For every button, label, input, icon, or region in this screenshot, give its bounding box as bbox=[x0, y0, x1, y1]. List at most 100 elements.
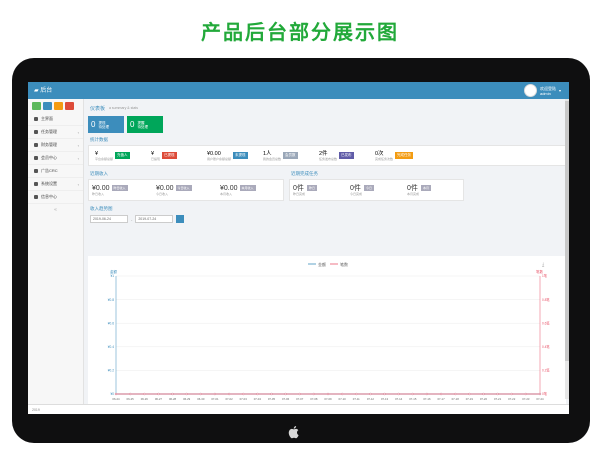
box-tag[interactable]: 本月收入 bbox=[239, 184, 256, 191]
home-shortcut-button[interactable] bbox=[32, 102, 41, 110]
stat-text: ¥ 已提现 bbox=[151, 151, 160, 161]
stat-tag[interactable]: 已发布 bbox=[339, 152, 354, 159]
income-trend-chart: 金额 笔数金额 笔数⤓¥1 1笔¥0.8 0.8笔¥0.6 0.6笔¥0.4 0.4笔¥0.… bbox=[88, 256, 566, 406]
scrollbar-thumb[interactable] bbox=[565, 101, 569, 361]
data-point bbox=[397, 392, 400, 396]
card-number: 0 bbox=[130, 120, 135, 129]
data-point bbox=[298, 392, 301, 396]
sidebar-item[interactable]: 广告CRC bbox=[28, 165, 83, 178]
stat-text: 2件 任务发布总数 bbox=[319, 151, 337, 161]
card-label-group: 提醒 待处理 bbox=[137, 121, 148, 129]
data-point bbox=[411, 392, 414, 396]
box-text: ¥0.00 本月收入 bbox=[220, 185, 238, 196]
user-account: admin bbox=[539, 90, 551, 96]
x-tick-label: 07-14 bbox=[395, 397, 403, 401]
data-point bbox=[510, 392, 513, 396]
box-tag[interactable]: 昨日 bbox=[307, 184, 318, 191]
data-point bbox=[284, 392, 287, 396]
x-tick-label: 07-06 bbox=[282, 397, 290, 401]
stat-caption: 完成任务次数 bbox=[375, 156, 394, 161]
user-menu[interactable]: 欢迎登陆 admin ▾ bbox=[523, 84, 561, 97]
box-text: 0件 今日完成 bbox=[350, 185, 362, 196]
box-value: 0件 bbox=[407, 184, 418, 192]
sidebar-item-label: 任务管理 bbox=[41, 129, 57, 134]
summary-box: 0件 本月完成 本月 bbox=[407, 184, 460, 196]
data-point bbox=[439, 392, 443, 396]
x-tick-label: 07-13 bbox=[381, 397, 389, 401]
x-tick-label: 07-12 bbox=[367, 397, 375, 401]
box-caption: 昨日收入 bbox=[92, 191, 105, 196]
summary-box: 0件 昨日完成 昨日 bbox=[293, 184, 346, 196]
user-shortcut-button[interactable] bbox=[54, 102, 63, 110]
apple-logo-icon bbox=[286, 424, 302, 440]
stat-tag[interactable]: 已提现 bbox=[162, 152, 177, 159]
sidebar-item[interactable]: 信息中心 bbox=[28, 191, 83, 204]
stat-tag[interactable]: 会员数 bbox=[283, 152, 298, 159]
flag-icon bbox=[34, 130, 38, 134]
app-logo[interactable]: ▰ 后台 bbox=[34, 85, 52, 94]
y-right-tick-label: 0.8笔 bbox=[542, 297, 550, 302]
x-tick-label: 07-22 bbox=[508, 397, 516, 401]
status-bar: 2019 bbox=[28, 404, 569, 414]
x-tick-label: 07-11 bbox=[353, 397, 360, 401]
stat-text: ¥ 平台余额总额 bbox=[95, 151, 113, 161]
date-to-input[interactable]: 2019-07-24 bbox=[135, 215, 174, 223]
avatar[interactable] bbox=[523, 84, 537, 97]
ad-icon bbox=[34, 169, 38, 173]
data-point bbox=[227, 392, 231, 396]
sidebar-item[interactable]: 主界面 bbox=[28, 113, 83, 126]
x-tick-label: 06-30 bbox=[197, 397, 205, 401]
data-point bbox=[242, 392, 245, 396]
chevron-down-icon[interactable]: ▾ bbox=[559, 88, 561, 93]
user-greeting: 欢迎登陆 bbox=[539, 85, 556, 91]
stat-caption: 平台余额总额 bbox=[95, 156, 114, 161]
box-value: ¥0.00 bbox=[92, 184, 110, 192]
summary-card[interactable]: 0 提醒 待处理 bbox=[127, 116, 163, 133]
recent-tasks-title: 近期完成任务 bbox=[291, 171, 318, 176]
search-button[interactable] bbox=[176, 215, 185, 223]
data-point bbox=[171, 392, 174, 396]
card-sub: 待处理 bbox=[98, 124, 109, 129]
data-point bbox=[312, 392, 315, 396]
y-left-tick-label: ¥1 bbox=[110, 274, 114, 278]
chevron-left-icon: ‹ bbox=[77, 142, 79, 148]
x-tick-label: 06-28 bbox=[169, 397, 177, 401]
box-value: ¥0.00 bbox=[220, 184, 238, 192]
stat-item: ¥ 平台余额总额 充值人 bbox=[95, 151, 147, 161]
card-label-group: 提现 待处理 bbox=[98, 121, 109, 129]
box-tag[interactable]: 今日 bbox=[364, 184, 375, 191]
scrollbar[interactable] bbox=[565, 99, 569, 399]
sidebar-collapse-icon[interactable]: « bbox=[28, 207, 83, 213]
edit-shortcut-button[interactable] bbox=[43, 102, 52, 110]
box-tag[interactable]: 今日收入 bbox=[175, 184, 192, 191]
message-icon bbox=[34, 195, 38, 199]
y-right-tick-label: 0.2笔 bbox=[542, 368, 550, 373]
x-tick-label: 06-29 bbox=[183, 397, 191, 401]
sidebar-item[interactable]: 会员中心 ‹ bbox=[28, 152, 83, 165]
app-title: 后台 bbox=[40, 88, 53, 94]
stat-tag[interactable]: 未提现 bbox=[233, 152, 248, 159]
sidebar-item-label: 信息中心 bbox=[41, 194, 57, 199]
summary-card[interactable]: 0 提现 待处理 bbox=[88, 116, 124, 133]
box-tag[interactable]: 本月 bbox=[421, 184, 432, 191]
stat-tag[interactable]: 完成任务 bbox=[395, 152, 414, 159]
page-subtitle: a summary & stats bbox=[109, 106, 138, 110]
sidebar-item[interactable]: 系统设置 ‹ bbox=[28, 178, 83, 191]
card-number: 0 bbox=[91, 120, 96, 129]
sidebar-item[interactable]: 任务管理 ‹ bbox=[28, 126, 83, 139]
sidebar-item-label: 财务管理 bbox=[41, 142, 57, 147]
stat-tag[interactable]: 充值人 bbox=[115, 152, 130, 159]
y-right-tick-label: 0.4笔 bbox=[542, 344, 550, 349]
date-from-input[interactable]: 2019-06-24 bbox=[90, 215, 128, 223]
home-icon bbox=[34, 117, 38, 121]
main-content: 仪表板 a summary & stats 0 提现 待处理 0 提醒 待处理 统计数据 … bbox=[88, 102, 566, 412]
box-tag[interactable]: 昨日收入 bbox=[111, 184, 128, 191]
chevron-left-icon: ‹ bbox=[77, 181, 79, 187]
stat-caption: 我的会员总数 bbox=[263, 156, 282, 161]
y-left-tick-label: ¥0 bbox=[110, 392, 114, 396]
data-point bbox=[468, 392, 471, 396]
settings-shortcut-button[interactable] bbox=[65, 102, 74, 110]
sidebar-item[interactable]: 财务管理 ‹ bbox=[28, 139, 83, 152]
x-tick-label: 06-26 bbox=[141, 397, 149, 401]
date-range: 2019-06-24 - 2019-07-24 bbox=[90, 214, 566, 224]
